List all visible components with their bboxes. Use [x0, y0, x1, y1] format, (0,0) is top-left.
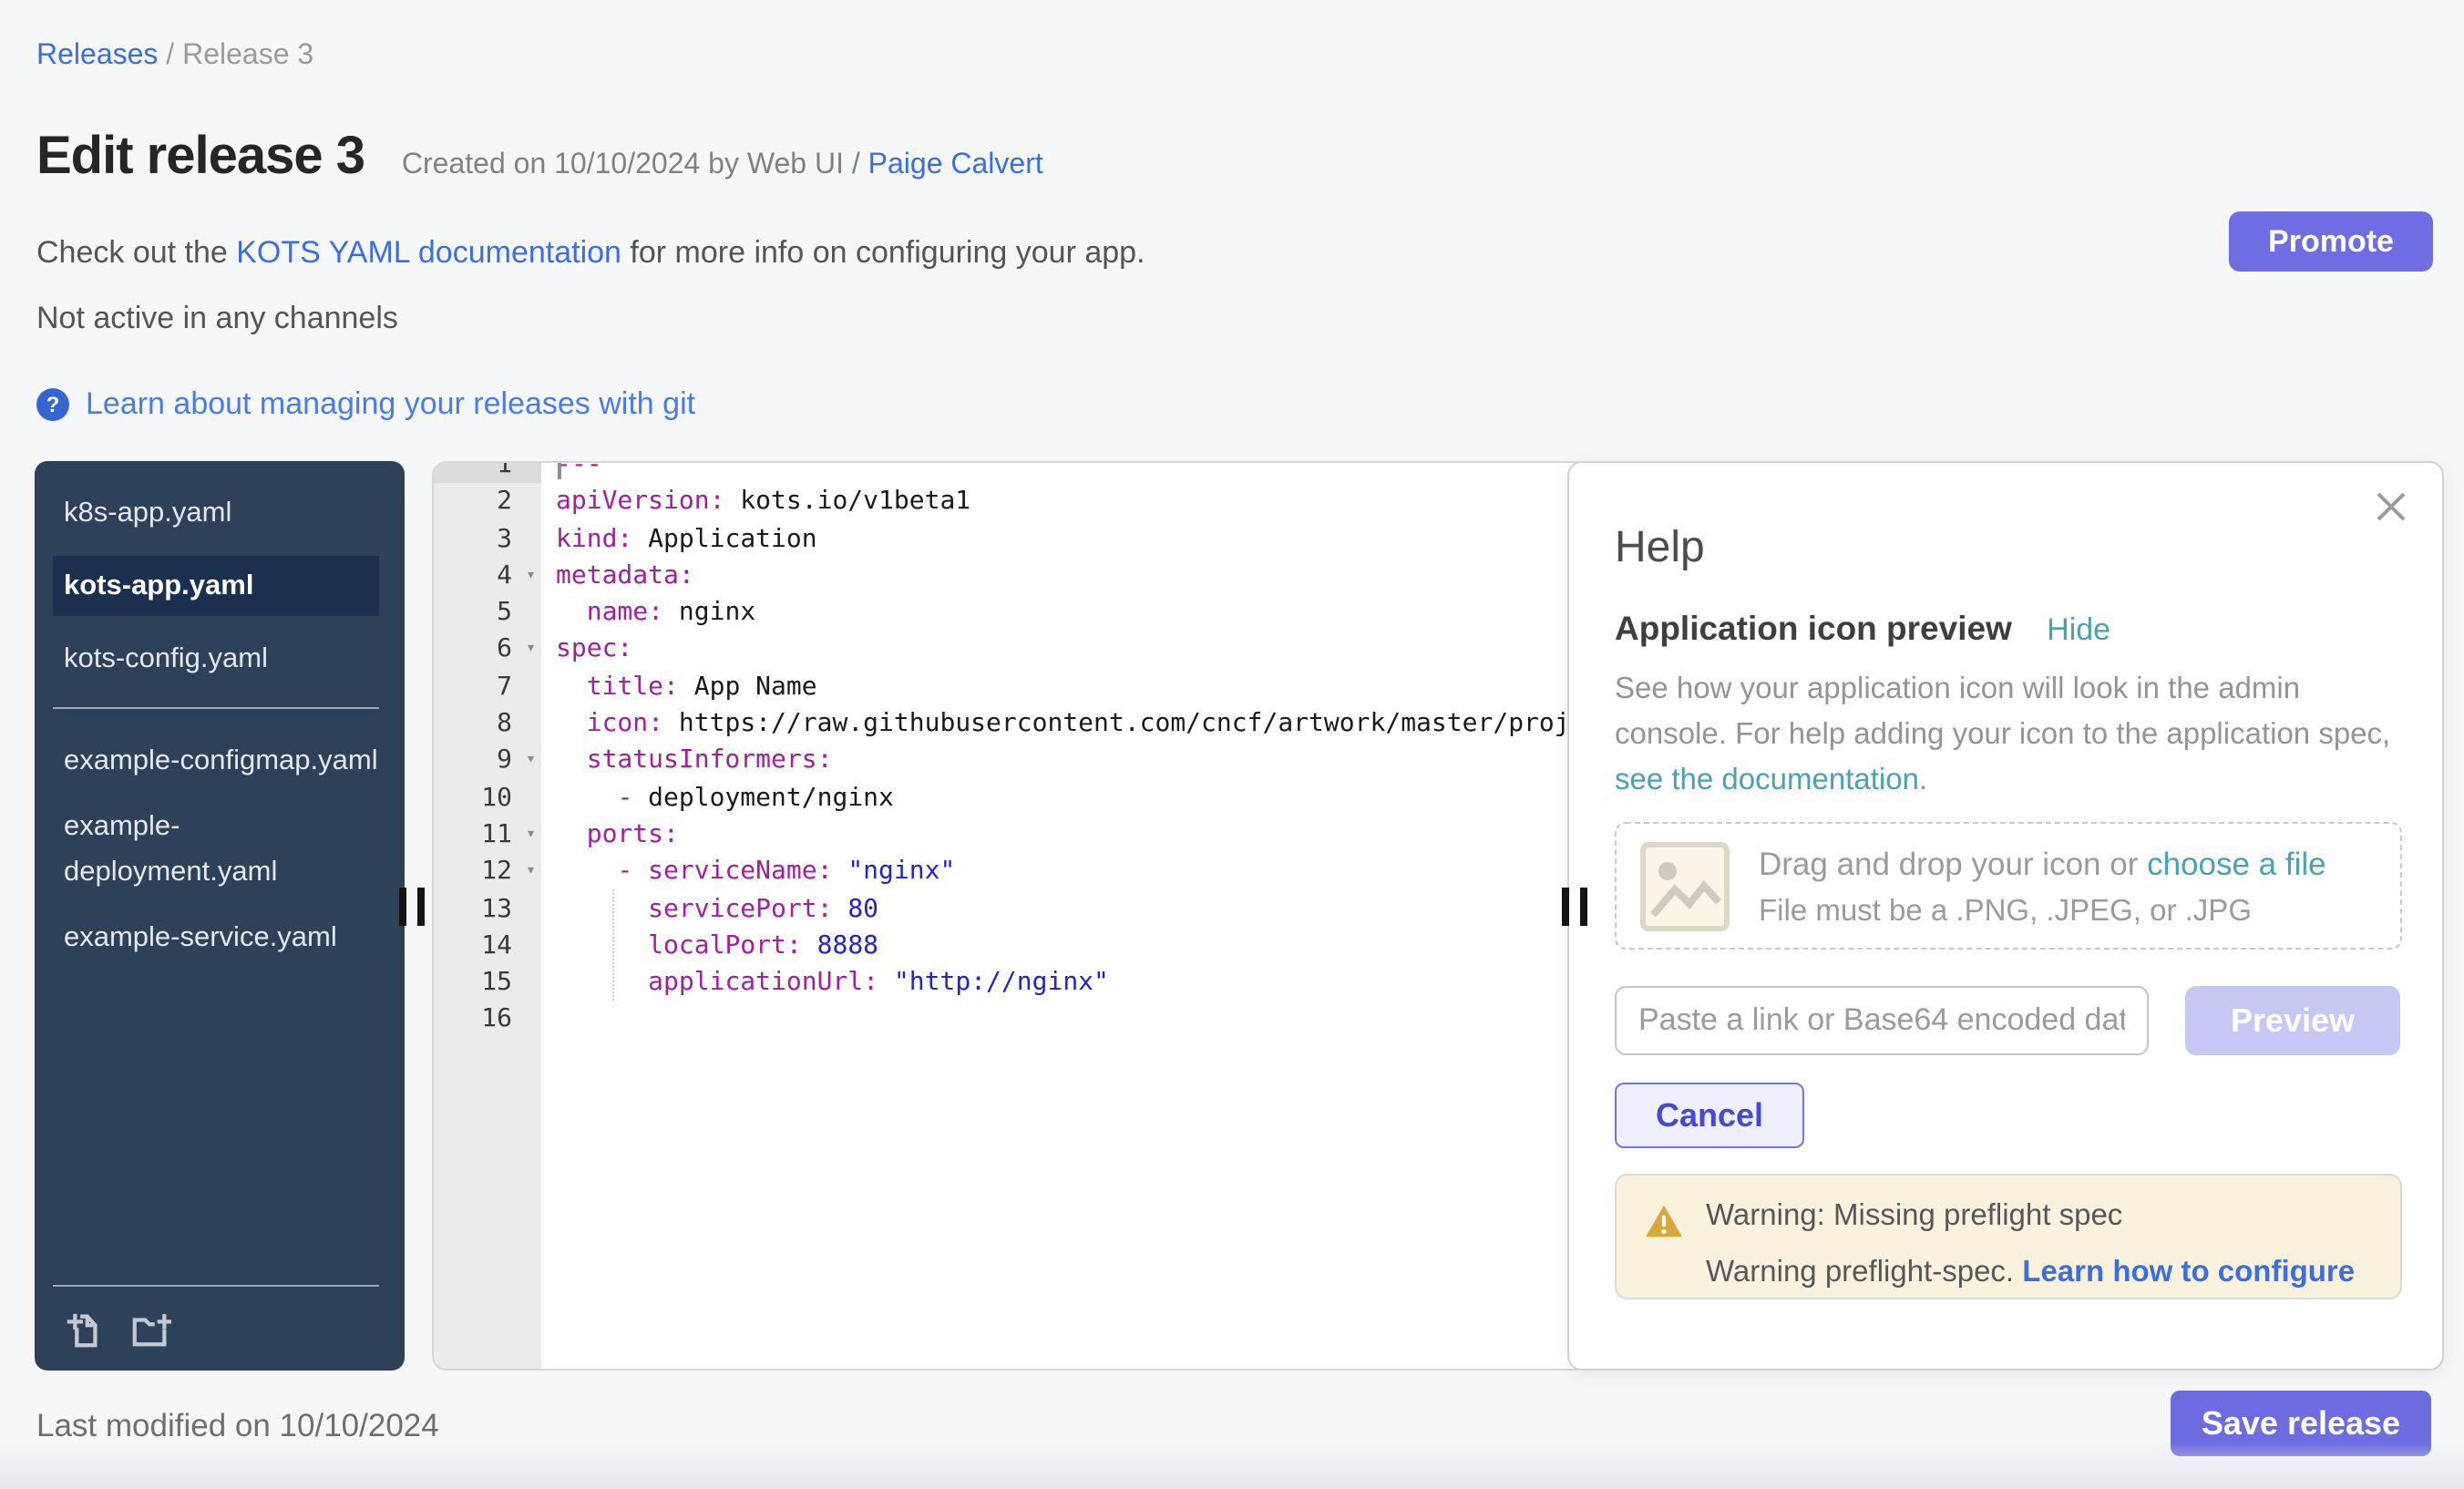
line-number: 5 — [434, 594, 541, 632]
help-resize-handle[interactable] — [1562, 888, 1589, 926]
configure-preflight-link[interactable]: Learn how to configure — [2022, 1256, 2355, 1289]
warning-icon — [1644, 1203, 1684, 1239]
breadcrumb: Releases / Release 3 — [36, 40, 313, 73]
line-number: 14 — [434, 928, 541, 965]
editor-gutter: 1234▾56▾789▾1011▾12▾13141516 — [434, 463, 541, 1369]
icon-url-input[interactable] — [1615, 986, 2149, 1055]
help-title: Help — [1615, 523, 1705, 574]
created-prefix: Created on 10/10/2024 by Web UI / — [402, 149, 868, 180]
sidebar-resize-handle[interactable] — [399, 888, 426, 926]
last-modified: Last modified on 10/10/2024 — [36, 1407, 439, 1445]
drop-hint: File must be a .PNG, .JPEG, or .JPG — [1759, 895, 2252, 929]
icon-drop-zone[interactable]: Drag and drop your icon or choose a file… — [1615, 822, 2402, 950]
file-item-example-deployment.yaml[interactable]: example-deployment.yaml — [64, 804, 379, 895]
question-icon: ? — [36, 388, 69, 421]
release-editor-page: Releases / Release 3 Edit release 3 Crea… — [0, 0, 2464, 1489]
line-number: 8 — [434, 705, 541, 743]
docs-hint-prefix: Check out the — [36, 235, 236, 270]
cancel-button[interactable]: Cancel — [1615, 1083, 1804, 1148]
hide-link[interactable]: Hide — [2047, 612, 2110, 647]
image-placeholder-icon — [1640, 842, 1730, 931]
indent-guide — [612, 889, 614, 1001]
kots-yaml-docs-link[interactable]: KOTS YAML documentation — [236, 235, 621, 270]
see-documentation-link[interactable]: see the documentation — [1615, 764, 1919, 796]
file-list: k8s-app.yaml kots-app.yaml kots-config.yam… — [35, 461, 405, 960]
drop-text: Drag and drop your icon or — [1759, 846, 2147, 882]
desc-suffix: . — [1919, 764, 1927, 796]
preflight-warning: Warning: Missing preflight spec Warning … — [1615, 1174, 2402, 1299]
git-releases-link[interactable]: Learn about managing your releases with … — [86, 386, 695, 423]
line-number: 12▾ — [434, 854, 541, 891]
line-number: 15 — [434, 964, 541, 1001]
file-item-kots-app.yaml[interactable]: kots-app.yaml — [53, 556, 379, 616]
help-panel: Help Application icon preview Hide See h… — [1567, 461, 2444, 1371]
add-file-icon[interactable] — [62, 1309, 104, 1350]
file-item-example-configmap.yaml[interactable]: example-configmap.yaml — [64, 738, 379, 784]
promote-button[interactable]: Promote — [2229, 211, 2433, 272]
file-item-example-service.yaml[interactable]: example-service.yaml — [64, 915, 379, 960]
fold-arrow-icon[interactable]: ▾ — [526, 743, 536, 780]
add-folder-icon[interactable] — [128, 1309, 173, 1350]
breadcrumb-releases-link[interactable]: Releases — [36, 40, 158, 71]
text-cursor — [558, 461, 561, 479]
sidebar-divider — [53, 1285, 379, 1287]
close-icon[interactable] — [2373, 488, 2409, 525]
save-release-button[interactable]: Save release — [2171, 1391, 2431, 1456]
line-number: 3 — [434, 520, 541, 558]
author-link[interactable]: Paige Calvert — [868, 149, 1043, 180]
page-title: Edit release 3 — [36, 128, 364, 188]
line-number: 6▾ — [434, 632, 541, 669]
bottom-fade — [0, 1442, 2464, 1489]
file-item-k8s-app.yaml[interactable]: k8s-app.yaml — [64, 490, 379, 536]
created-info: Created on 10/10/2024 by Web UI / Paige … — [402, 149, 1043, 182]
file-sidebar: k8s-app.yaml kots-app.yaml kots-config.yam… — [35, 461, 405, 1371]
line-number: 16 — [434, 1001, 541, 1039]
docs-hint-suffix: for more info on configuring your app. — [621, 235, 1145, 270]
desc-line1: See how your application icon will look … — [1615, 673, 2300, 705]
line-number: 11▾ — [434, 816, 541, 854]
warning-title: Warning: Missing preflight spec — [1706, 1199, 2122, 1234]
file-group-divider — [53, 707, 379, 709]
line-number: 10 — [434, 779, 541, 816]
preview-button[interactable]: Preview — [2185, 986, 2400, 1055]
warning-text: Warning preflight-spec. — [1706, 1256, 2022, 1289]
fold-arrow-icon[interactable]: ▾ — [526, 558, 536, 595]
icon-preview-description: See how your application icon will look … — [1615, 667, 2438, 804]
desc-line2: console. For help adding your icon to th… — [1615, 718, 2390, 751]
icon-preview-title: Application icon preview — [1615, 609, 2012, 647]
line-number: 9▾ — [434, 743, 541, 780]
line-number: 7 — [434, 669, 541, 706]
line-number: 4▾ — [434, 558, 541, 595]
fold-arrow-icon[interactable]: ▾ — [526, 854, 536, 891]
gutter-lines: 1234▾56▾789▾1011▾12▾13141516 — [434, 461, 541, 1039]
line-number: 2 — [434, 484, 541, 521]
fold-arrow-icon[interactable]: ▾ — [526, 816, 536, 854]
line-number: 1 — [434, 461, 541, 484]
channel-status: Not active in any channels — [36, 301, 398, 337]
file-item-kots-config.yaml[interactable]: kots-config.yaml — [64, 636, 379, 682]
docs-hint: Check out the KOTS YAML documentation fo… — [36, 235, 1145, 272]
breadcrumb-current: / Release 3 — [158, 40, 313, 71]
fold-arrow-icon[interactable]: ▾ — [526, 632, 536, 669]
line-number: 13 — [434, 890, 541, 928]
choose-file-link[interactable]: choose a file — [2147, 846, 2326, 882]
